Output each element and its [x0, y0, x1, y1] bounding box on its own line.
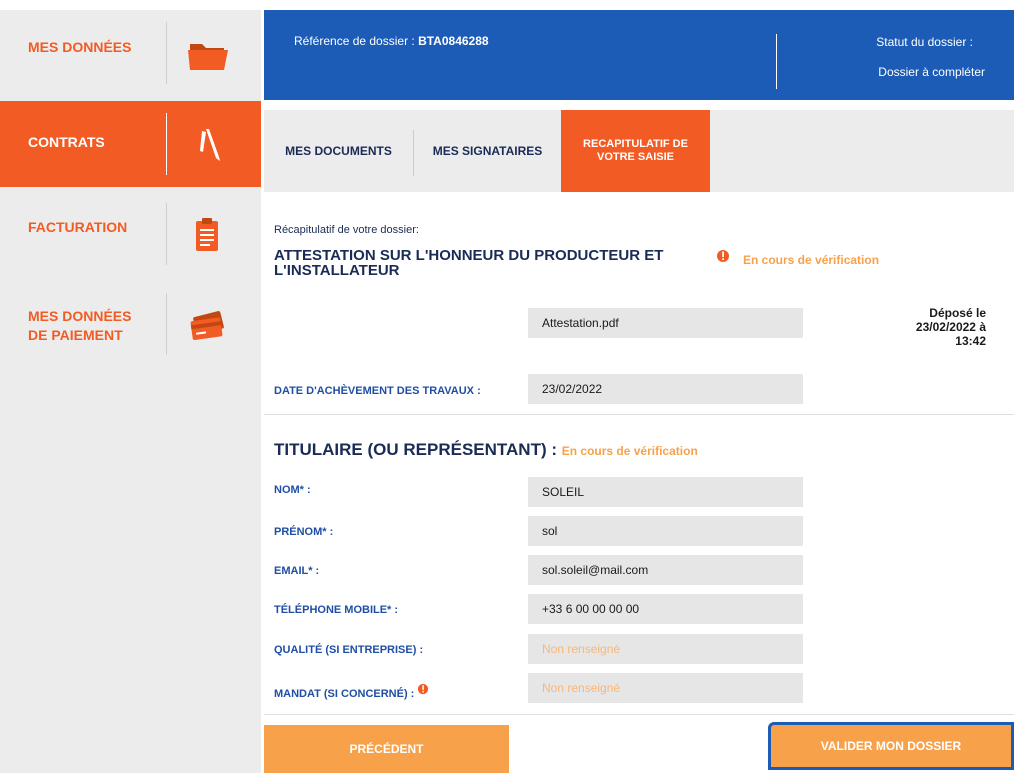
email-value: sol.soleil@mail.com	[528, 555, 803, 585]
credit-cards-icon	[190, 311, 224, 340]
folder-icon	[188, 44, 228, 70]
nom-value: SOLEIL	[528, 477, 803, 507]
sidebar-separator	[166, 203, 167, 265]
reference-value: BTA0846288	[418, 34, 489, 48]
deposit-line: 23/02/2022 à	[915, 320, 986, 334]
sidebar-item-label: FACTURATION	[28, 219, 128, 235]
tab-bar: MES DOCUMENTS MES SIGNATAIRES RECAPITULA…	[264, 110, 1014, 192]
prenom-value: sol	[528, 516, 803, 546]
label-line: MES DONNÉES	[28, 308, 132, 324]
sidebar-item-label: CONTRATS	[28, 134, 105, 150]
sidebar-separator	[166, 113, 167, 175]
status-value: Dossier à compléter	[878, 65, 985, 79]
completion-date-label: DATE D'ACHÈVEMENT DES TRAVAUX :	[274, 385, 481, 397]
deposit-line: Déposé le	[929, 306, 986, 320]
tab-recapitulatif[interactable]: RECAPITULATIF DE VOTRE SAISIE	[561, 110, 710, 192]
dossier-reference: Référence de dossier : BTA0846288	[294, 34, 489, 48]
sidebar-item-label: MES DONNÉES	[28, 39, 132, 55]
titulaire-status: En cours de vérification	[561, 444, 698, 458]
titulaire-title-text: TITULAIRE (OU REPRÉSENTANT) :	[274, 440, 562, 459]
sidebar: MES DONNÉES CONTRATS FACTURATION MES DON…	[0, 10, 261, 773]
status-label: Statut du dossier :	[876, 35, 973, 49]
sidebar-item-mes-donnees-paiement[interactable]: MES DONNÉES DE PAIEMENT	[0, 281, 261, 367]
qualite-label: QUALITÉ (SI ENTREPRISE) :	[274, 644, 424, 656]
divider	[264, 714, 1014, 715]
validate-dossier-button[interactable]: VALIDER MON DOSSIER	[768, 722, 1014, 770]
mandat-label-text: MANDAT (SI CONCERNÉ) :	[274, 688, 415, 700]
phone-value: +33 6 00 00 00 00	[528, 594, 803, 624]
sidebar-separator	[166, 293, 167, 355]
attached-file[interactable]: Attestation.pdf	[528, 308, 803, 338]
pencils-icon	[200, 129, 220, 161]
sidebar-item-contrats[interactable]: CONTRATS	[0, 101, 261, 187]
nom-label: NOM* :	[274, 484, 311, 496]
header-separator	[776, 34, 777, 89]
divider	[264, 414, 1014, 415]
label-line: DE PAIEMENT	[28, 327, 123, 343]
info-icon[interactable]	[716, 249, 730, 263]
tab-mes-documents[interactable]: MES DOCUMENTS	[264, 110, 413, 192]
sidebar-item-label: MES DONNÉES DE PAIEMENT	[28, 307, 131, 345]
deposit-date: Déposé le 23/02/2022 à 13:42	[900, 306, 986, 348]
reference-label: Référence de dossier :	[294, 34, 419, 48]
sidebar-item-facturation[interactable]: FACTURATION	[0, 191, 261, 277]
qualite-value: Non renseigné	[528, 634, 803, 664]
clipboard-icon	[196, 218, 218, 251]
main-content: Récapitulatif de votre dossier: ATTESTAT…	[264, 192, 1014, 773]
dossier-header: Référence de dossier : BTA0846288 Statut…	[264, 10, 1014, 100]
document-status: En cours de vérification	[743, 253, 880, 267]
info-icon[interactable]	[417, 683, 429, 695]
mandat-label: MANDAT (SI CONCERNÉ) :	[274, 683, 429, 700]
prenom-label: PRÉNOM* :	[274, 526, 334, 538]
tab-label-line: VOTRE SAISIE	[596, 151, 675, 163]
recap-label: Récapitulatif de votre dossier:	[274, 224, 419, 236]
tab-mes-signataires[interactable]: MES SIGNATAIRES	[414, 110, 561, 192]
previous-button[interactable]: PRÉCÉDENT	[264, 725, 509, 773]
mandat-value: Non renseigné	[528, 673, 803, 703]
tab-label-line: RECAPITULATIF DE	[583, 138, 688, 150]
completion-date-value: 23/02/2022	[528, 374, 803, 404]
document-title: ATTESTATION SUR L'HONNEUR DU PRODUCTEUR …	[274, 247, 664, 279]
phone-label: TÉLÉPHONE MOBILE* :	[274, 604, 399, 616]
titulaire-title: TITULAIRE (OU REPRÉSENTANT) : En cours d…	[274, 440, 698, 460]
email-label: EMAIL* :	[274, 565, 320, 577]
sidebar-separator	[166, 22, 167, 84]
deposit-line: 13:42	[955, 334, 986, 348]
sidebar-item-mes-donnees[interactable]: MES DONNÉES	[0, 10, 261, 96]
